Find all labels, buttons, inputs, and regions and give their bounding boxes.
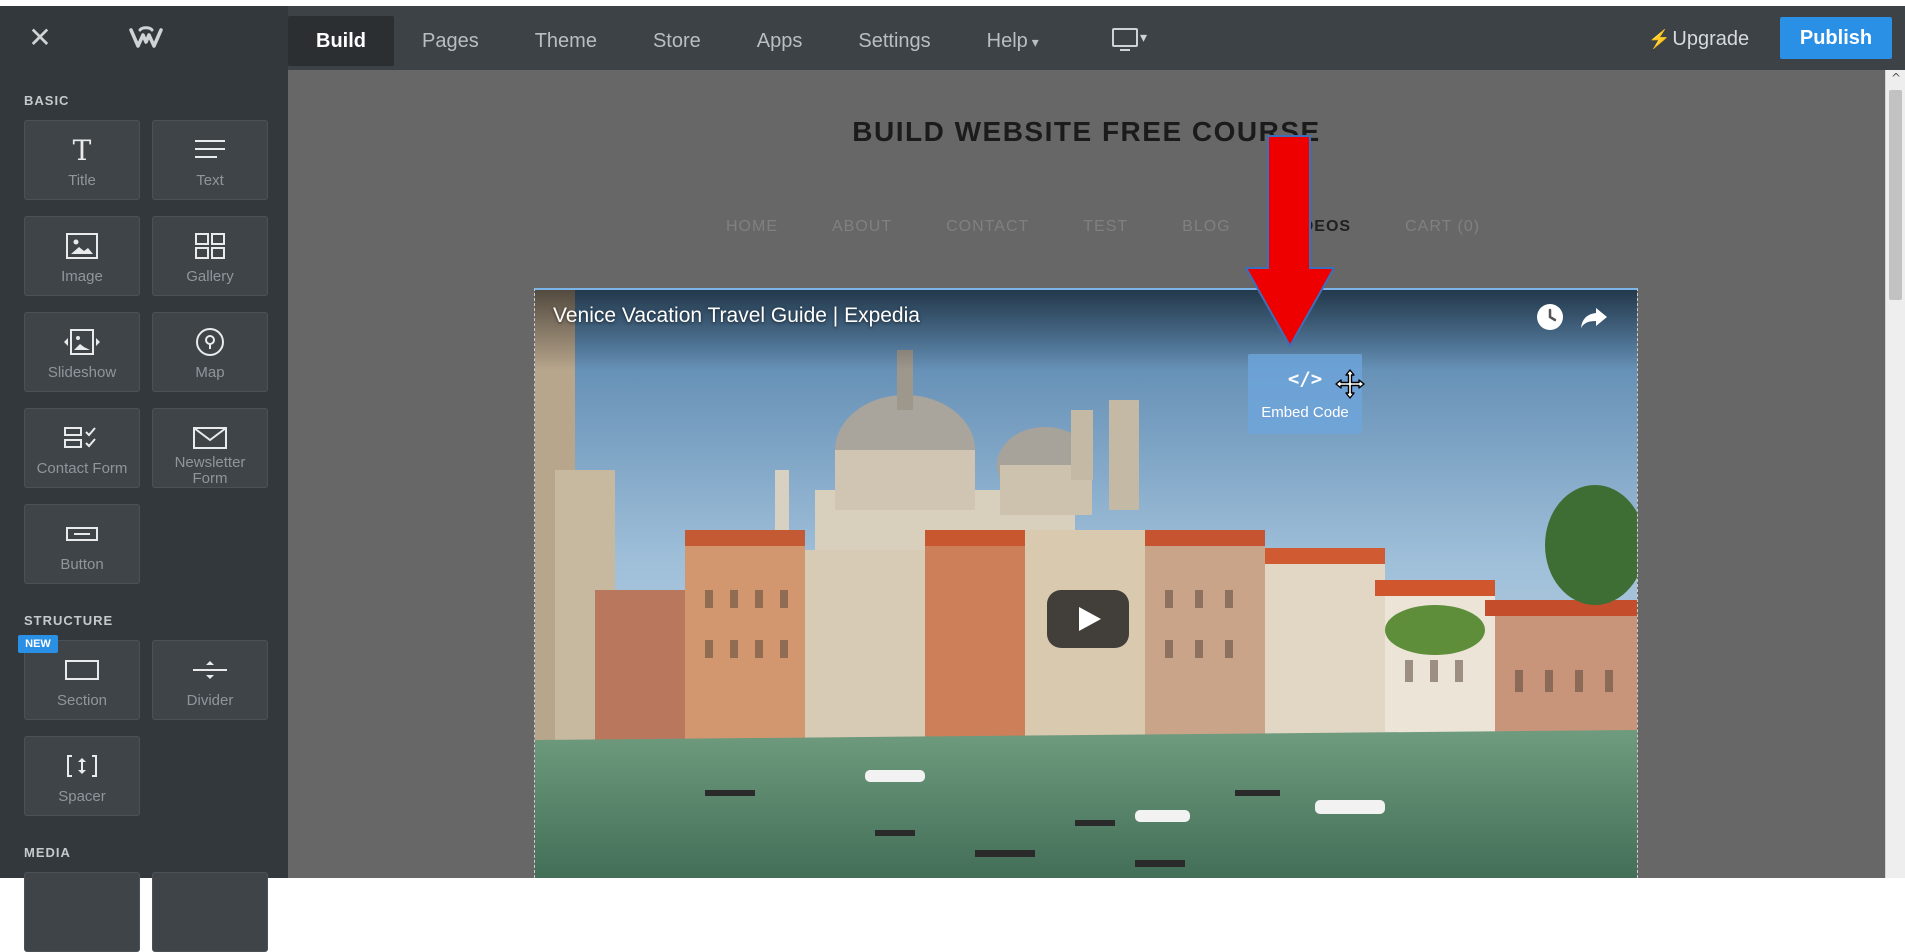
vertical-scrollbar[interactable]: ^ bbox=[1885, 70, 1905, 878]
section-heading-basic: BASIC bbox=[24, 93, 70, 108]
element-label: Spacer bbox=[58, 788, 106, 805]
element-label: Title bbox=[68, 172, 96, 189]
video-title[interactable]: Venice Vacation Travel Guide | Expedia bbox=[553, 304, 920, 328]
element-slideshow[interactable]: Slideshow bbox=[24, 312, 140, 392]
tab-store[interactable]: Store bbox=[625, 16, 729, 66]
tab-theme[interactable]: Theme bbox=[507, 16, 625, 66]
weebly-logo-icon[interactable] bbox=[128, 24, 164, 52]
site-nav-home[interactable]: HOME bbox=[726, 214, 778, 240]
publish-button[interactable]: Publish bbox=[1780, 17, 1892, 59]
element-label: Text bbox=[196, 172, 224, 189]
embedded-video[interactable]: Venice Vacation Travel Guide | Expedia bbox=[534, 288, 1638, 878]
element-label: Contact Form bbox=[36, 460, 128, 477]
image-icon bbox=[25, 231, 139, 261]
site-nav-blog[interactable]: BLOG bbox=[1182, 214, 1230, 240]
slideshow-icon bbox=[25, 327, 139, 357]
element-label: Section bbox=[56, 692, 108, 709]
site-nav-cart[interactable]: CART (0) bbox=[1405, 214, 1480, 240]
section-icon bbox=[25, 655, 139, 685]
tab-help[interactable]: Help ▾ bbox=[959, 16, 1067, 66]
element-label: Gallery bbox=[186, 268, 234, 285]
newsletter-label-line2: Form bbox=[192, 470, 228, 487]
toolbar-left-area: ✕ bbox=[0, 6, 288, 70]
site-nav-contact[interactable]: CONTACT bbox=[946, 214, 1029, 240]
upgrade-label: Upgrade bbox=[1672, 27, 1750, 50]
scrollbar-thumb[interactable] bbox=[1889, 90, 1902, 300]
element-label: Image bbox=[61, 268, 103, 285]
contact-form-icon bbox=[25, 423, 139, 453]
embed-code-label: Embed Code bbox=[1261, 404, 1349, 421]
chevron-down-icon: ▾ bbox=[1140, 29, 1148, 45]
element-media-2[interactable] bbox=[152, 872, 268, 952]
play-button[interactable] bbox=[1047, 590, 1129, 648]
close-icon[interactable]: ✕ bbox=[26, 24, 54, 52]
tab-pages[interactable]: Pages bbox=[394, 16, 507, 66]
envelope-icon bbox=[153, 423, 267, 453]
chevron-down-icon: ▾ bbox=[1031, 34, 1039, 50]
element-label: Divider bbox=[186, 692, 234, 709]
device-preview-toggle[interactable]: ▾ bbox=[1112, 28, 1152, 52]
element-spacer[interactable]: Spacer bbox=[24, 736, 140, 816]
element-button[interactable]: Button bbox=[24, 504, 140, 584]
elements-sidebar: BASIC T Title Text Image Gallery Slidesh… bbox=[0, 70, 288, 952]
map-pin-icon bbox=[153, 327, 267, 357]
element-map[interactable]: Map bbox=[152, 312, 268, 392]
site-nav-about[interactable]: ABOUT bbox=[832, 214, 892, 240]
weebly-editor: ✕ Build Pages Theme Store Apps Settings … bbox=[0, 0, 1905, 952]
button-icon bbox=[25, 519, 139, 549]
element-text[interactable]: Text bbox=[152, 120, 268, 200]
tab-settings[interactable]: Settings bbox=[830, 16, 958, 66]
element-contact-form[interactable]: Contact Form bbox=[24, 408, 140, 488]
spacer-icon bbox=[25, 751, 139, 781]
top-toolbar: ✕ Build Pages Theme Store Apps Settings … bbox=[0, 6, 1905, 70]
move-cursor-icon bbox=[1335, 369, 1365, 399]
page-canvas: BUILD WEBSITE FREE COURSE HOME ABOUT CON… bbox=[288, 70, 1885, 878]
divider-icon bbox=[153, 655, 267, 685]
video-thumbnail-image bbox=[535, 290, 1637, 878]
tab-apps[interactable]: Apps bbox=[729, 16, 831, 66]
newsletter-label-line1: Newsletter bbox=[174, 454, 246, 471]
element-media-1[interactable] bbox=[24, 872, 140, 952]
element-label: Map bbox=[195, 364, 225, 381]
share-arrow-icon[interactable] bbox=[1579, 302, 1609, 332]
lightning-icon: ⚡ bbox=[1648, 28, 1671, 49]
tab-build[interactable]: Build bbox=[288, 16, 394, 66]
element-image[interactable]: Image bbox=[24, 216, 140, 296]
upgrade-button[interactable]: ⚡ Upgrade bbox=[1648, 26, 1749, 52]
title-icon: T bbox=[72, 133, 92, 167]
text-lines-icon bbox=[153, 135, 267, 165]
element-label: Newsletter Form bbox=[153, 455, 267, 487]
red-arrow-annotation bbox=[1245, 135, 1335, 347]
clock-icon[interactable] bbox=[1535, 302, 1565, 332]
element-label: Slideshow bbox=[47, 364, 117, 381]
element-newsletter-form[interactable]: Newsletter Form bbox=[152, 408, 268, 488]
element-label: Button bbox=[60, 556, 104, 573]
site-title[interactable]: BUILD WEBSITE FREE COURSE bbox=[288, 116, 1885, 148]
section-heading-media: MEDIA bbox=[24, 845, 71, 860]
site-navigation: HOME ABOUT CONTACT TEST BLOG VIDEOS CART… bbox=[726, 214, 1534, 240]
site-nav-test[interactable]: TEST bbox=[1083, 214, 1128, 240]
new-badge: NEW bbox=[18, 635, 58, 653]
element-divider[interactable]: Divider bbox=[152, 640, 268, 720]
gallery-grid-icon bbox=[153, 231, 267, 261]
scroll-up-icon[interactable]: ^ bbox=[1890, 72, 1902, 84]
main-nav: Build Pages Theme Store Apps Settings He… bbox=[288, 6, 1067, 70]
section-heading-structure: STRUCTURE bbox=[24, 613, 114, 628]
element-title[interactable]: T Title bbox=[24, 120, 140, 200]
tab-help-label: Help bbox=[986, 30, 1028, 52]
element-gallery[interactable]: Gallery bbox=[152, 216, 268, 296]
